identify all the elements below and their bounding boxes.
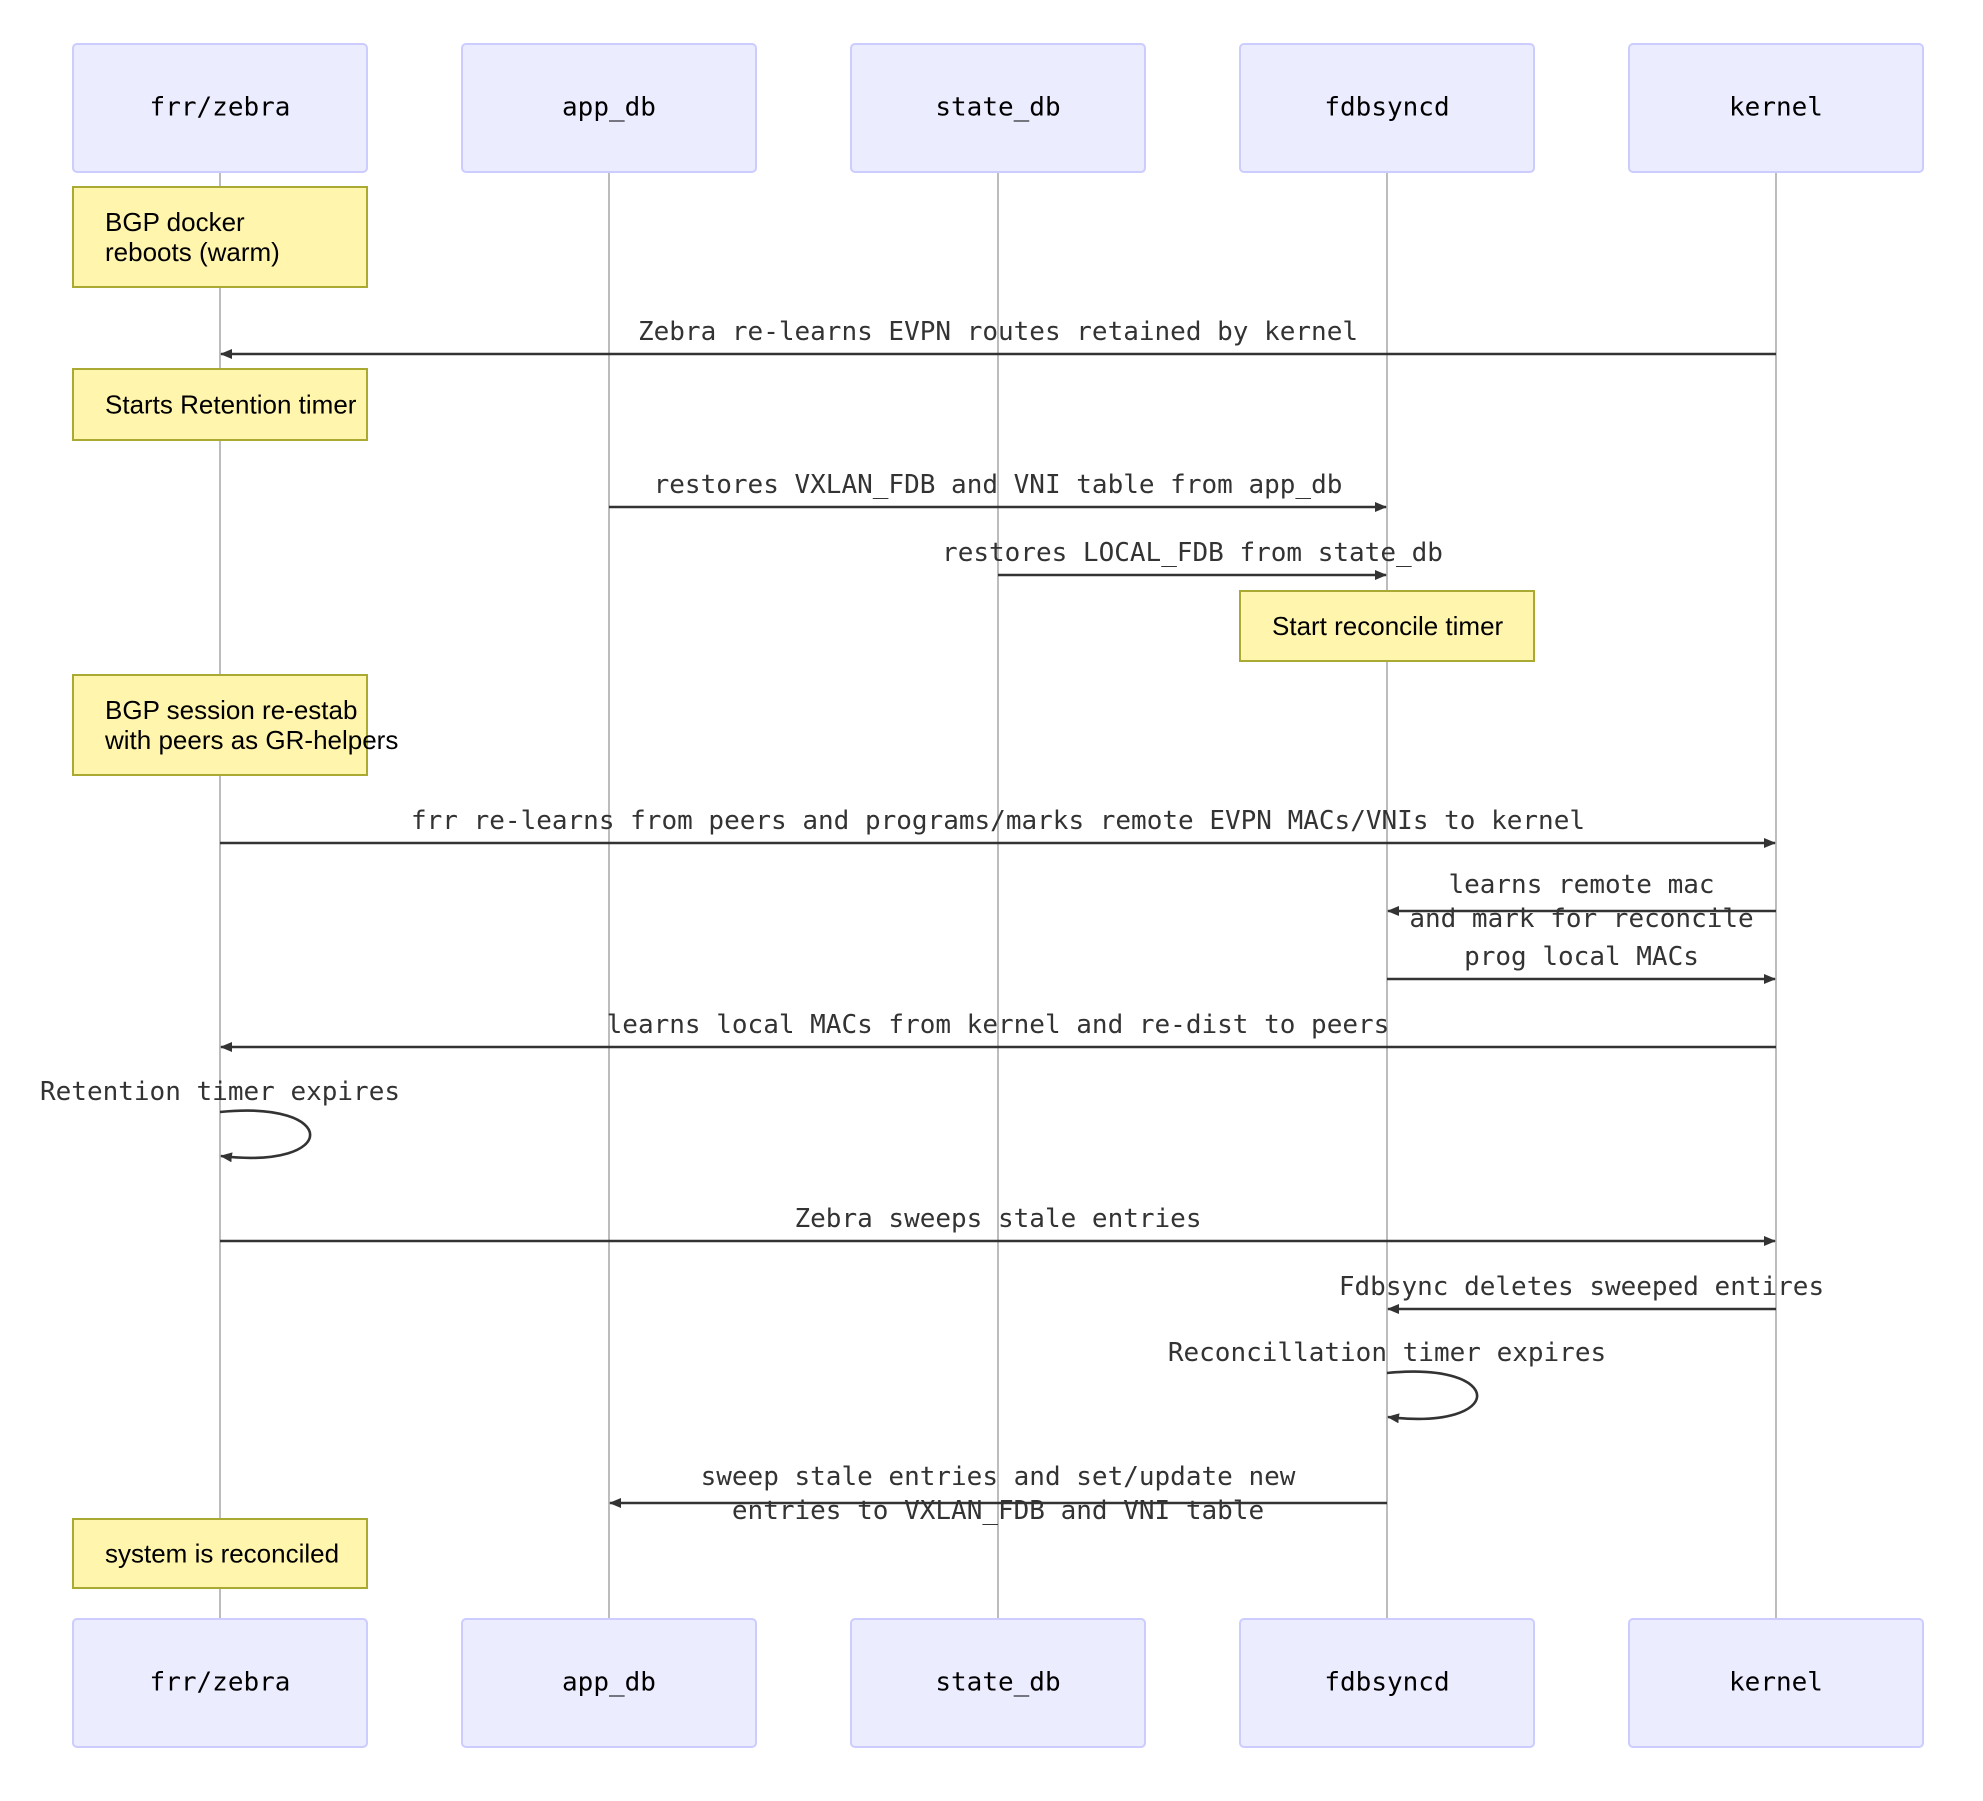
actor-label: frr/zebra [150, 93, 291, 123]
actor-label: app_db [562, 93, 656, 123]
actor-kernel-top: kernel [1628, 43, 1924, 173]
actor-fdb-top: fdbsyncd [1239, 43, 1535, 173]
actor-app-bottom: app_db [461, 1618, 757, 1748]
note: BGP session re-estabwith peers as GR-hel… [72, 674, 398, 776]
message-label: prog local MACs [1464, 942, 1699, 972]
message-label: Zebra sweeps stale entries [795, 1204, 1202, 1234]
actor-label: state_db [935, 1668, 1060, 1698]
message-label: Zebra re-learns EVPN routes retained by … [638, 317, 1358, 347]
message-label: Fdbsync deletes sweeped entires [1339, 1272, 1824, 1302]
message-label: learns remote mac [1448, 870, 1714, 900]
note-text: system is reconciled [105, 1539, 339, 1569]
actor-label: state_db [935, 93, 1060, 123]
actor-label: kernel [1729, 93, 1823, 123]
note-text: with peers as GR-helpers [104, 725, 398, 755]
actor-state-bottom: state_db [850, 1618, 1146, 1748]
self-loop-arrow [219, 1109, 312, 1163]
message: Fdbsync deletes sweeped entires [1339, 1272, 1824, 1314]
actor-fdb-bottom: fdbsyncd [1239, 1618, 1535, 1748]
message: restores LOCAL_FDB from state_db [942, 538, 1443, 580]
message-label: entries to VXLAN_FDB and VNI table [732, 1496, 1264, 1526]
note-text: BGP session re-estab [105, 695, 357, 725]
message-label: restores LOCAL_FDB from state_db [942, 538, 1443, 568]
self-message-label: Reconcillation timer expires [1168, 1338, 1606, 1368]
actor-label: fdbsyncd [1324, 93, 1449, 123]
message-label: and mark for reconcile [1409, 904, 1753, 934]
actor-app-top: app_db [461, 43, 757, 173]
note-text: Starts Retention timer [105, 390, 357, 420]
actor-kernel-bottom: kernel [1628, 1618, 1924, 1748]
message: learns remote mac and mark for reconcile [1387, 870, 1776, 934]
note-text: reboots (warm) [105, 237, 280, 267]
note-text: Start reconcile timer [1272, 611, 1504, 641]
actor-frr-top: frr/zebra [72, 43, 368, 173]
note: Start reconcile timer [1239, 590, 1535, 662]
actor-label: kernel [1729, 1668, 1823, 1698]
message-label: frr re-learns from peers and programs/ma… [411, 806, 1585, 836]
actor-label: fdbsyncd [1324, 1668, 1449, 1698]
actor-label: frr/zebra [150, 1668, 291, 1698]
actor-frr-bottom: frr/zebra [72, 1618, 368, 1748]
message-label: restores VXLAN_FDB and VNI table from ap… [654, 470, 1343, 500]
sequence-diagram: frr/zebra app_db state_db fdbsyncd kernel fr… [40, 43, 1924, 1748]
self-message-label: Retention timer expires [40, 1077, 400, 1107]
message-label: sweep stale entries and set/update new [701, 1462, 1296, 1492]
note: system is reconciled [72, 1518, 368, 1589]
note-text: BGP docker [105, 207, 245, 237]
actor-state-top: state_db [850, 43, 1146, 173]
self-loop-arrow [1386, 1370, 1479, 1424]
note: BGP dockerreboots (warm) [72, 186, 368, 288]
actor-label: app_db [562, 1668, 656, 1698]
message-label: learns local MACs from kernel and re-dis… [607, 1010, 1390, 1040]
note: Starts Retention timer [72, 368, 368, 441]
message: prog local MACs [1387, 942, 1776, 984]
